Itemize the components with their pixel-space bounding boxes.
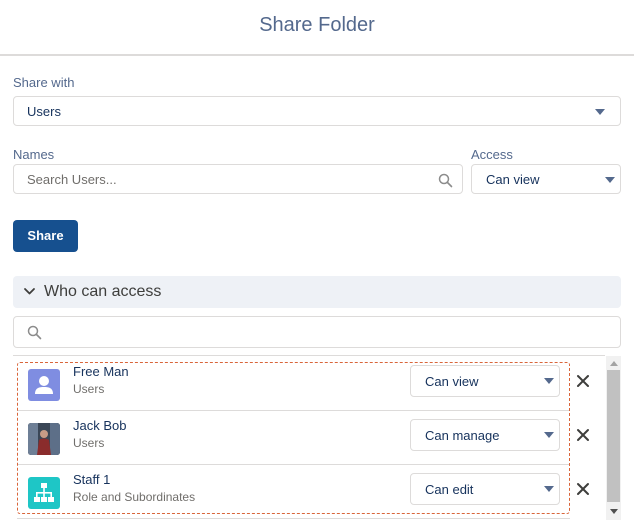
chevron-down-icon [605, 177, 615, 183]
chevron-down-icon [24, 288, 35, 295]
scrollbar-thumb[interactable] [607, 370, 620, 502]
list-divider [13, 355, 605, 356]
remove-close-icon[interactable] [573, 425, 593, 445]
search-icon [27, 325, 42, 340]
names-label: Names [13, 147, 55, 162]
share-button[interactable]: Share [13, 220, 78, 252]
row-divider [17, 518, 570, 519]
access-value: Can view [486, 172, 540, 187]
section-title: Who can access [44, 283, 162, 300]
scroll-down-arrow[interactable] [610, 509, 618, 514]
remove-close-icon[interactable] [573, 371, 593, 391]
access-filter-input[interactable] [13, 316, 621, 348]
modal-header: Share Folder [0, 0, 634, 56]
chevron-down-icon [595, 109, 605, 115]
share-with-value: Users [27, 104, 61, 119]
access-select[interactable]: Can view [471, 164, 621, 194]
remove-close-icon[interactable] [573, 479, 593, 499]
highlight-box [17, 362, 570, 514]
who-can-access-toggle[interactable]: Who can access [13, 276, 621, 308]
search-icon [438, 173, 453, 188]
scroll-up-arrow[interactable] [610, 361, 618, 366]
search-users-input[interactable]: Search Users... [13, 164, 463, 194]
modal-title: Share Folder [259, 14, 375, 36]
access-label: Access [471, 147, 513, 162]
share-with-select[interactable]: Users [13, 96, 621, 126]
share-with-label: Share with [13, 75, 75, 90]
search-users-placeholder: Search Users... [27, 172, 117, 187]
